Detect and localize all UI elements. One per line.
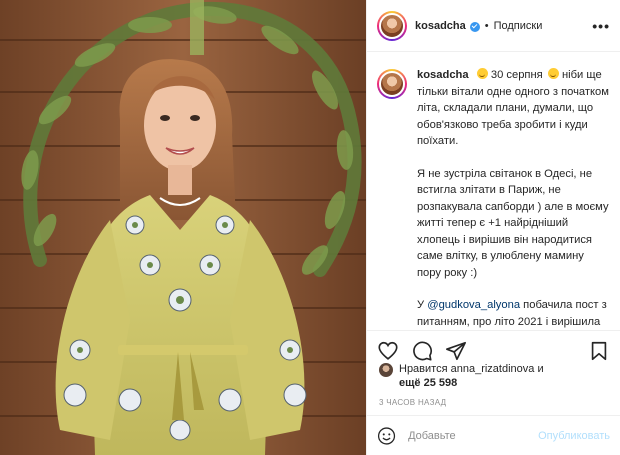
post-photo[interactable] (0, 0, 366, 455)
caption-paragraph-3: У @gudkova_alyona побачила пост з питанн… (417, 297, 610, 328)
caption-paragraph-2: Я не зустріла світанок в Одесі, не встиг… (417, 167, 609, 279)
smile-emoji-icon (547, 68, 559, 79)
post-side-panel: kosadcha • Подписки ••• kosadcha 30 серп… (366, 0, 620, 455)
heart-icon[interactable] (377, 340, 399, 362)
more-icon[interactable]: ••• (592, 18, 610, 34)
caption-date: 30 серпня (490, 69, 543, 81)
emoji-icon[interactable] (377, 426, 396, 446)
comment-bar: Опубликовать (367, 415, 620, 455)
mention-link[interactable]: @gudkova_alyona (427, 299, 520, 311)
caption-paragraph-1: kosadcha 30 серпня ніби ще тільки вітали… (417, 67, 610, 150)
photo-image (0, 0, 366, 455)
likes-middle: и (537, 363, 544, 375)
caption-username[interactable]: kosadcha (417, 69, 469, 81)
caption-text: kosadcha 30 серпня ніби ще тільки вітали… (417, 67, 610, 328)
verified-badge-icon (469, 21, 480, 32)
caption-area: kosadcha 30 серпня ніби ще тільки вітали… (367, 53, 620, 328)
liker-avatar[interactable] (379, 363, 393, 377)
following-button[interactable]: Подписки (494, 20, 543, 32)
likes-prefix: Нравится (399, 363, 448, 375)
comment-icon[interactable] (411, 340, 433, 362)
likes-count[interactable]: ещё 25 598 (399, 377, 457, 389)
caption-p3-prefix: У (417, 299, 425, 311)
author-avatar[interactable] (377, 10, 407, 41)
post-header: kosadcha • Подписки ••• (367, 0, 620, 52)
post-timestamp[interactable]: 3 ЧАСОВ НАЗАД (379, 398, 446, 407)
liker-username[interactable]: anna_rizatdinova (451, 363, 535, 375)
author-username[interactable]: kosadcha (415, 20, 466, 32)
likes-summary: Нравится anna_rizatdinova и ещё 25 598 (379, 362, 610, 390)
bookmark-icon[interactable] (588, 340, 610, 362)
share-icon[interactable] (445, 340, 467, 362)
post-comment-button[interactable]: Опубликовать (538, 430, 610, 442)
likes-text: Нравится anna_rizatdinova и ещё 25 598 (399, 362, 544, 390)
comment-input[interactable] (408, 429, 539, 442)
separator-dot: • (484, 19, 489, 32)
party-emoji-icon (476, 68, 488, 79)
caption-avatar[interactable] (377, 69, 407, 99)
